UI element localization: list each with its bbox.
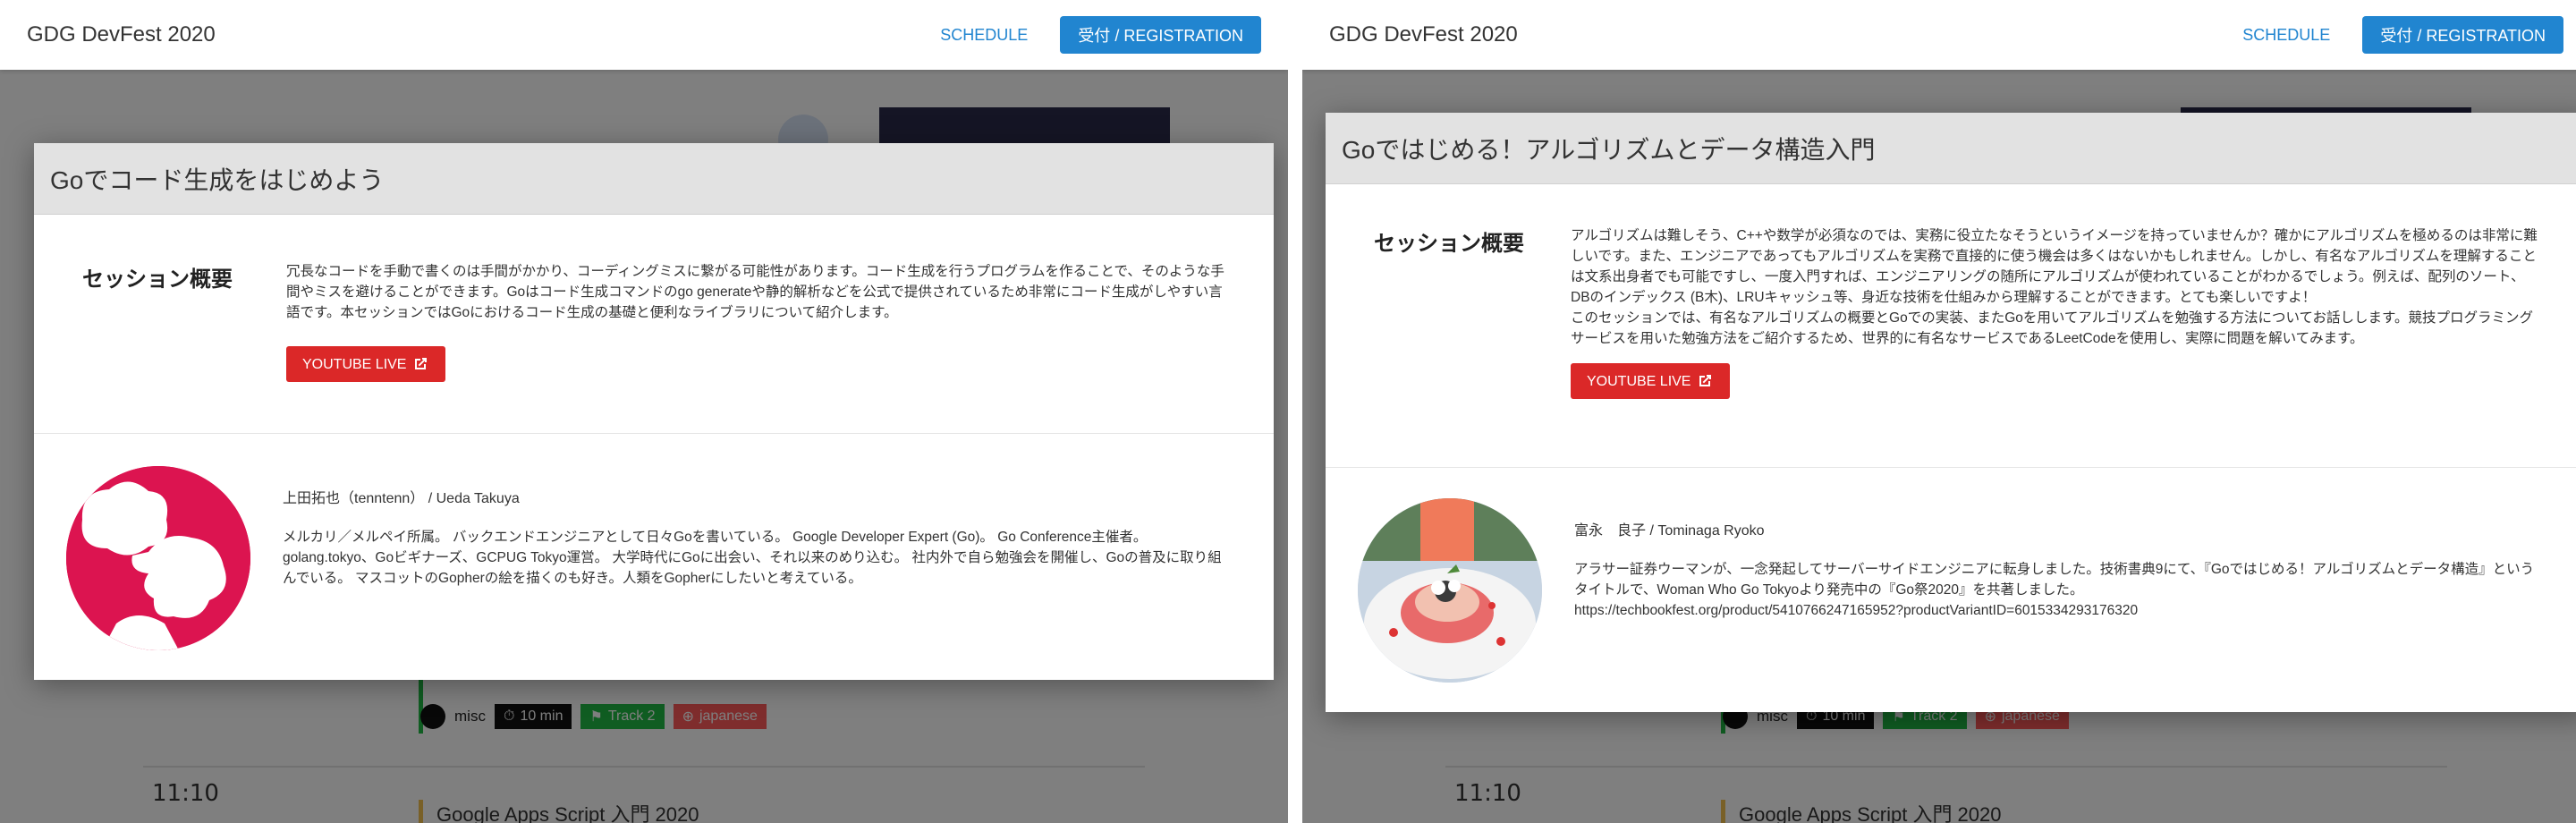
app-header: GDG DevFest 2020 SCHEDULE 受付 / REGISTRAT… xyxy=(1302,0,2576,70)
schedule-link[interactable]: SCHEDULE xyxy=(940,26,1028,45)
speaker-name: 上田拓也（tenntenn） / Ueda Takuya xyxy=(283,491,520,506)
youtube-live-button[interactable]: YOUTUBE LIVE xyxy=(286,346,446,382)
session-modal: Goではじめる！アルゴリズムとデータ構造入門 セッション概要 アルゴリズムは難し… xyxy=(1326,113,2576,712)
session-description: 冗長なコードを手動で書くのは手間がかかり、コーディングミスに繋がる可能性がありま… xyxy=(286,264,1224,320)
session-description-2: このセッションでは、有名なアルゴリズムの概要とGoでの実装、またGoを用いてアル… xyxy=(1571,310,2533,346)
external-link-icon xyxy=(1699,375,1712,386)
screen-left: misc ⏱10 min ⚑Track 2 ⊕japanese 11:10 Go… xyxy=(0,0,1288,823)
app-title[interactable]: GDG DevFest 2020 xyxy=(27,22,940,47)
speaker-name: 富永 良子 / Tominaga Ryoko xyxy=(1574,523,1765,539)
speaker-avatar xyxy=(66,466,250,650)
food-photo-avatar-icon xyxy=(1358,498,1542,683)
external-link-icon xyxy=(415,358,428,369)
registration-button[interactable]: 受付 / REGISTRATION xyxy=(1060,16,1261,54)
speaker-bio: アラサー証券ウーマンが、一念発起してサーバーサイドエンジニアに転身しました。技術… xyxy=(1574,562,2535,598)
speaker-bio: メルカリ／メルペイ所属。 バックエンドエンジニアとして日々Goを書いている。 G… xyxy=(283,530,1222,586)
speaker-link[interactable]: https://techbookfest.org/product/5410766… xyxy=(1574,600,2542,621)
youtube-live-label: YOUTUBE LIVE xyxy=(302,356,407,372)
app-title[interactable]: GDG DevFest 2020 xyxy=(1329,22,2242,47)
section-label: セッション概要 xyxy=(1374,232,1524,256)
session-overview: セッション概要 アルゴリズムは難しそう、C++や数学が必須なのでは、実務に役立た… xyxy=(1326,184,2576,467)
section-label: セッション概要 xyxy=(82,267,233,292)
screen-right: misc ⏱10 min ⚑Track 2 ⊕japanese 11:10 Go… xyxy=(1302,0,2576,823)
registration-button[interactable]: 受付 / REGISTRATION xyxy=(2362,16,2563,54)
session-description: アルゴリズムは難しそう、C++や数学が必須なのでは、実務に役立たなそうというイメ… xyxy=(1571,228,2538,305)
schedule-link[interactable]: SCHEDULE xyxy=(2242,26,2330,45)
speaker-section: 富永 良子 / Tominaga Ryoko アラサー証券ウーマンが、一念発起し… xyxy=(1326,468,2576,683)
youtube-live-button[interactable]: YOUTUBE LIVE xyxy=(1571,363,1731,399)
speaker-info: 上田拓也（tenntenn） / Ueda Takuya メルカリ／メルペイ所属… xyxy=(250,466,1225,650)
session-body: 冗長なコードを手動で書くのは手間がかかり、コーディングミスに繋がる可能性がありま… xyxy=(286,261,1225,433)
speaker-info: 富永 良子 / Tominaga Ryoko アラサー証券ウーマンが、一念発起し… xyxy=(1542,498,2542,683)
modal-title: Goではじめる！アルゴリズムとデータ構造入門 xyxy=(1326,113,2576,184)
session-body: アルゴリズムは難しそう、C++や数学が必須なのでは、実務に役立たなそうというイメ… xyxy=(1571,225,2542,467)
gopher-avatar-icon xyxy=(66,466,250,650)
speaker-section: 上田拓也（tenntenn） / Ueda Takuya メルカリ／メルペイ所属… xyxy=(34,434,1274,650)
screen-divider xyxy=(1288,0,1302,823)
session-modal: Goでコード生成をはじめよう セッション概要 冗長なコードを手動で書くのは手間が… xyxy=(34,143,1274,680)
youtube-live-label: YOUTUBE LIVE xyxy=(1587,373,1691,389)
session-overview: セッション概要 冗長なコードを手動で書くのは手間がかかり、コーディングミスに繋が… xyxy=(34,215,1274,433)
modal-title: Goでコード生成をはじめよう xyxy=(34,143,1274,215)
app-header: GDG DevFest 2020 SCHEDULE 受付 / REGISTRAT… xyxy=(0,0,1288,70)
speaker-avatar xyxy=(1358,498,1542,683)
